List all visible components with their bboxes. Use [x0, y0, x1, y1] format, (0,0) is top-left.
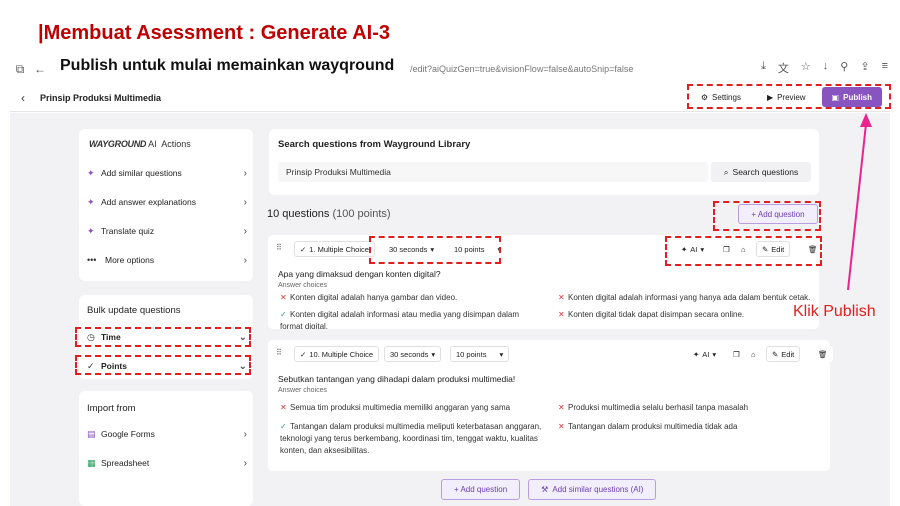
answer-choice: ✕ Konten digital adalah hanya gambar dan …	[280, 293, 458, 302]
share-icon[interactable]: ⇪	[860, 60, 869, 76]
search-questions-button[interactable]: ⌕ Search questions	[711, 162, 811, 182]
google-forms-icon: ▤	[87, 428, 96, 439]
highlight-add-question	[713, 201, 821, 231]
question-card: ⠿ ✓ 10. Multiple Choice 30 seconds ▾ 10 po…	[268, 340, 833, 471]
menu-icon[interactable]: ≡	[882, 60, 888, 76]
caret-down-icon: ▾	[499, 349, 504, 359]
drag-handle-icon[interactable]: ⠿	[276, 243, 282, 252]
library-search-panel: Search questions from Wayground Library …	[269, 129, 819, 195]
download-icon[interactable]: ↓	[823, 60, 829, 76]
add-question-bottom-button[interactable]: + Add question	[441, 479, 521, 500]
highlight-time-points	[369, 236, 501, 264]
cross-icon: ✕	[280, 293, 287, 302]
answer-choice: ✕ Semua tim produksi multimedia memiliki …	[280, 403, 511, 412]
check-icon: ✓	[300, 349, 307, 359]
library-search-title: Search questions from Wayground Library	[278, 139, 471, 150]
sidebar-toggle-icon[interactable]: ⧉	[10, 62, 30, 77]
back-arrow-icon[interactable]: ←	[30, 62, 50, 76]
extensions-icon[interactable]: ⚲	[840, 60, 848, 76]
import-title: Import from	[87, 403, 136, 414]
highlight-header-buttons	[687, 84, 891, 109]
chevron-right-icon: ›	[243, 167, 247, 179]
sparkle-icon: ✦	[87, 225, 95, 236]
answer-choices-label: Answer choices	[278, 282, 328, 289]
cross-icon: ✕	[280, 403, 287, 412]
caret-down-icon: ▾	[431, 349, 436, 359]
answer-choice: ✓ Konten digital adalah informasi atau me…	[280, 310, 520, 329]
sidebar-item-add-similar[interactable]: ✦ Add similar questions ›	[87, 165, 247, 181]
more-icon: •••	[87, 255, 97, 265]
sparkle-icon: ✦	[693, 349, 700, 359]
caption: Publish untuk mulai memainkan wayqround	[58, 57, 397, 75]
answer-choice: ✕ Konten digital tidak dapat disimpan sec…	[558, 310, 745, 319]
cross-icon: ✕	[558, 403, 565, 412]
trash-icon[interactable]: 🗑	[813, 346, 833, 362]
brand-logo: WAYGROUND AI Actions	[89, 139, 191, 149]
check-icon: ✓	[280, 422, 287, 431]
sparkle-icon: ✦	[87, 167, 95, 178]
answer-choice: ✕ Produksi multimedia selalu berhasil tan…	[558, 403, 749, 412]
cross-icon: ✕	[558, 422, 565, 431]
ai-actions-panel: WAYGROUND AI Actions ✦ Add similar questi…	[79, 129, 253, 281]
editor-canvas: WAYGROUND AI Actions ✦ Add similar questi…	[10, 113, 890, 506]
question-type[interactable]: ✓ 10. Multiple Choice	[294, 346, 380, 362]
import-panel: Import from ▤ Google Forms › ▦ Spreadsheet ›	[79, 391, 253, 506]
question-count: 10 questions (100 points)	[267, 208, 391, 220]
search-icon: ⌕	[723, 166, 729, 177]
chevron-right-icon: ›	[243, 457, 247, 469]
answer-choice: ✕ Tantangan dalam produksi multimedia tid…	[558, 422, 738, 431]
library-search-input[interactable]: Prinsip Produksi Multimedia	[278, 162, 708, 182]
bulk-update-title: Bulk update questions	[87, 305, 181, 316]
chevron-right-icon: ›	[243, 196, 247, 208]
magic-wand-icon: ⚒	[541, 485, 549, 494]
duplicate-icon[interactable]: ❐	[728, 346, 745, 362]
sidebar-item-add-explanations[interactable]: ✦ Add answer explanations ›	[87, 194, 247, 210]
cross-icon: ✕	[558, 310, 565, 319]
edit-button[interactable]: ✎ Edit	[766, 346, 801, 362]
chevron-right-icon: ›	[243, 428, 247, 440]
chevron-right-icon: ›	[243, 254, 247, 266]
import-google-forms[interactable]: ▤ Google Forms ›	[87, 426, 247, 442]
points-select[interactable]: 10 points ▾	[450, 346, 510, 362]
check-icon: ✓	[300, 244, 307, 254]
answer-choice: ✓ Tantangan dalam produksi multimedia mel…	[280, 422, 542, 455]
answer-choices-label: Answer choices	[278, 387, 328, 394]
spreadsheet-icon: ▦	[87, 457, 96, 468]
star-icon[interactable]: ☆	[801, 60, 811, 76]
bottom-actions: + Add question ⚒ Add similar questions (A…	[441, 479, 657, 500]
time-select[interactable]: 30 seconds ▾	[384, 346, 442, 362]
download-page-icon[interactable]: ⤓	[761, 60, 766, 76]
highlight-bulk-time	[75, 327, 251, 347]
quiz-title: Prinsip Produksi Multimedia	[40, 92, 162, 103]
highlight-bulk-points	[75, 355, 251, 375]
url-bar[interactable]: /edit?aiQuizGen=true&visionFlow=false&au…	[410, 64, 633, 74]
answer-choice: ✕ Konten digital adalah informasi yang ha…	[558, 293, 811, 302]
chevron-left-icon[interactable]: ‹	[14, 91, 32, 105]
sidebar-item-more-options[interactable]: ••• More options ›	[87, 252, 247, 268]
sparkle-icon: ✦	[87, 196, 95, 207]
highlight-question-tools	[665, 236, 822, 266]
caret-down-icon: ▾	[712, 349, 717, 359]
question-text: Sebutkan tantangan yang dihadapi dalam p…	[278, 374, 516, 384]
import-spreadsheet[interactable]: ▦ Spreadsheet ›	[87, 455, 247, 471]
drag-handle-icon[interactable]: ⠿	[276, 348, 282, 357]
cross-icon: ✕	[558, 293, 565, 302]
slide-title: |Membuat Asessment : Generate AI-3	[38, 22, 391, 44]
question-text: Apa yang dimaksud dengan konten digital?	[278, 269, 441, 279]
pencil-icon: ✎	[772, 349, 779, 359]
add-similar-questions-button[interactable]: ⚒ Add similar questions (AI)	[528, 479, 657, 500]
tag-icon[interactable]: ⌂	[746, 346, 761, 362]
question-type[interactable]: ✓ 1. Multiple Choice	[294, 241, 375, 257]
chevron-right-icon: ›	[243, 225, 247, 237]
browser-actions: ⤓ 文 ☆ ↓ ⚲ ⇪ ≡	[761, 60, 888, 76]
sidebar-item-translate[interactable]: ✦ Translate quiz ›	[87, 223, 247, 239]
translate-icon[interactable]: 文	[778, 60, 789, 76]
check-icon: ✓	[280, 310, 287, 319]
klik-publish-annotation: Klik Publish	[793, 303, 876, 320]
ai-menu[interactable]: ✦ AI ▾	[688, 346, 722, 362]
